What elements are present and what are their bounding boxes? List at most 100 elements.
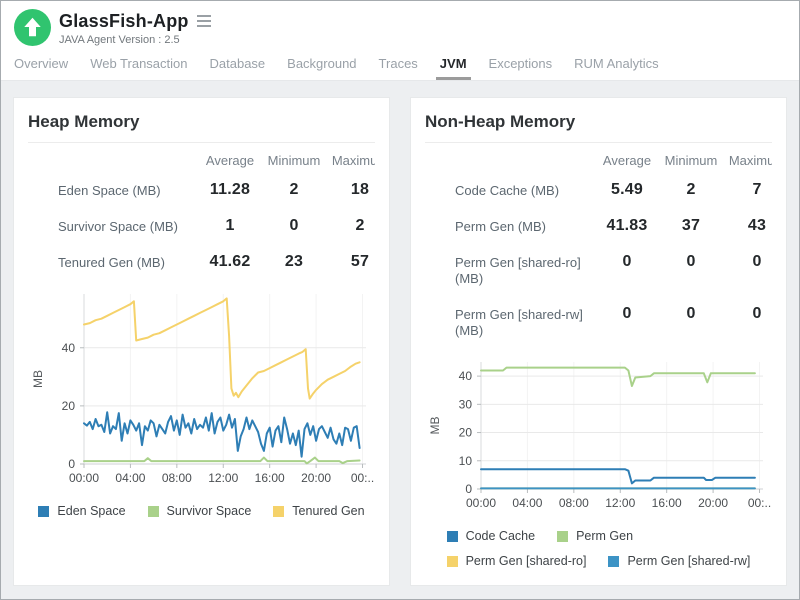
metric-value: 0 xyxy=(723,296,772,348)
panel-title: Heap Memory xyxy=(28,112,375,132)
metric-value: 0 xyxy=(659,296,723,348)
metric-value: 0 xyxy=(262,208,326,244)
svg-text:00:00: 00:00 xyxy=(466,496,496,510)
metric-row: Perm Gen [shared-ro](MB)000 xyxy=(425,244,772,296)
svg-text:12:00: 12:00 xyxy=(208,471,238,485)
legend-item-eden-space[interactable]: Eden Space xyxy=(38,504,125,518)
corner-cell xyxy=(425,147,595,172)
heap-memory-table-wrap: AverageMinimumMaximum Eden Space (MB)11.… xyxy=(28,147,375,280)
svg-text:08:00: 08:00 xyxy=(559,496,589,510)
svg-text:00:00: 00:00 xyxy=(69,471,99,485)
legend-swatch xyxy=(148,506,159,517)
svg-text:10: 10 xyxy=(459,454,473,468)
column-header: Minimum xyxy=(262,147,326,172)
title-block: GlassFish-App JAVA Agent Version : 2.5 xyxy=(59,9,212,46)
heap-memory-panel: Heap Memory AverageMinimumMaximum Eden S… xyxy=(13,97,390,586)
svg-text:04:00: 04:00 xyxy=(512,496,542,510)
legend-label: Perm Gen xyxy=(576,529,633,543)
divider xyxy=(28,142,375,143)
legend-swatch xyxy=(557,531,568,542)
svg-text:40: 40 xyxy=(459,369,473,383)
tab-exceptions[interactable]: Exceptions xyxy=(478,48,564,80)
svg-text:MB: MB xyxy=(428,417,442,435)
metric-label: Perm Gen [shared-ro](MB) xyxy=(425,244,595,296)
legend-item-code-cache[interactable]: Code Cache xyxy=(447,529,536,543)
tab-traces[interactable]: Traces xyxy=(368,48,429,80)
tab-database[interactable]: Database xyxy=(199,48,277,80)
panel-title: Non-Heap Memory xyxy=(425,112,772,132)
non-heap-memory-table: AverageMinimumMaximum Code Cache (MB)5.4… xyxy=(425,147,772,348)
legend-item-perm-gen[interactable]: Perm Gen xyxy=(557,529,633,543)
heap-memory-chart[interactable]: 0204000:0004:0008:0012:0016:0020:0000:..… xyxy=(28,284,378,494)
legend-swatch xyxy=(447,531,458,542)
metric-label: Perm Gen (MB) xyxy=(425,208,595,244)
tab-web-transaction[interactable]: Web Transaction xyxy=(79,48,198,80)
metric-value: 0 xyxy=(595,296,659,348)
metric-value: 37 xyxy=(659,208,723,244)
legend-row: Code Cache Perm Gen xyxy=(447,529,751,543)
svg-text:0: 0 xyxy=(68,457,75,471)
metric-label: Eden Space (MB) xyxy=(28,172,198,208)
legend-item-survivor-space[interactable]: Survivor Space xyxy=(148,504,252,518)
svg-text:08:00: 08:00 xyxy=(162,471,192,485)
tab-background[interactable]: Background xyxy=(276,48,367,80)
non-heap-memory-panel: Non-Heap Memory AverageMinimumMaximum Co… xyxy=(410,97,787,586)
page-title: GlassFish-App xyxy=(59,11,189,32)
svg-text:20: 20 xyxy=(62,399,76,413)
legend-swatch xyxy=(608,556,619,567)
metric-value: 18 xyxy=(326,172,375,208)
svg-text:00:..: 00:.. xyxy=(351,471,374,485)
legend-row: Eden Space Survivor Space Tenured Gen xyxy=(38,504,364,518)
non-heap-memory-legend: Code CachePerm GenPerm Gen [shared-ro]Pe… xyxy=(447,529,751,579)
metric-value: 7 xyxy=(723,172,772,208)
tab-rum-analytics[interactable]: RUM Analytics xyxy=(563,48,670,80)
metric-value: 1 xyxy=(198,208,262,244)
metric-value: 11.28 xyxy=(198,172,262,208)
column-header: Maximum xyxy=(326,147,375,172)
column-header: Minimum xyxy=(659,147,723,172)
legend-label: Survivor Space xyxy=(167,504,252,518)
metric-row: Eden Space (MB)11.28218 xyxy=(28,172,375,208)
metric-label: Code Cache (MB) xyxy=(425,172,595,208)
legend-swatch xyxy=(273,506,284,517)
legend-item-tenured-gen[interactable]: Tenured Gen xyxy=(273,504,364,518)
series-perm-gen xyxy=(481,368,755,386)
legend-label: Perm Gen [shared-ro] xyxy=(466,554,587,568)
svg-text:12:00: 12:00 xyxy=(605,496,635,510)
non-heap-memory-table-wrap: AverageMinimumMaximum Code Cache (MB)5.4… xyxy=(425,147,772,348)
legend-item-perm-gen-shared-ro-[interactable]: Perm Gen [shared-ro] xyxy=(447,554,587,568)
svg-text:20:00: 20:00 xyxy=(698,496,728,510)
svg-text:30: 30 xyxy=(459,397,473,411)
app-window: GlassFish-App JAVA Agent Version : 2.5 O… xyxy=(0,0,800,600)
metric-value: 0 xyxy=(659,244,723,296)
tab-jvm[interactable]: JVM xyxy=(429,48,478,80)
heap-memory-legend: Eden Space Survivor Space Tenured Gen xyxy=(38,504,364,529)
metric-row: Perm Gen [shared-rw](MB)000 xyxy=(425,296,772,348)
legend-swatch xyxy=(38,506,49,517)
metric-label: Survivor Space (MB) xyxy=(28,208,198,244)
metric-row: Tenured Gen (MB)41.622357 xyxy=(28,244,375,280)
metric-value: 5.49 xyxy=(595,172,659,208)
agent-version-label: JAVA Agent Version : 2.5 xyxy=(59,34,212,46)
metric-value: 57 xyxy=(326,244,375,280)
legend-label: Tenured Gen xyxy=(292,504,364,518)
metric-value: 2 xyxy=(262,172,326,208)
svg-text:20:00: 20:00 xyxy=(301,471,331,485)
metric-label: Tenured Gen (MB) xyxy=(28,244,198,280)
svg-text:20: 20 xyxy=(459,426,473,440)
metric-value: 2 xyxy=(659,172,723,208)
metric-row: Code Cache (MB)5.4927 xyxy=(425,172,772,208)
app-header: GlassFish-App JAVA Agent Version : 2.5 xyxy=(1,1,799,46)
corner-cell xyxy=(28,147,198,172)
tab-overview[interactable]: Overview xyxy=(3,48,79,80)
legend-item-perm-gen-shared-rw-[interactable]: Perm Gen [shared-rw] xyxy=(608,554,750,568)
column-header: Maximum xyxy=(723,147,772,172)
legend-row: Perm Gen [shared-ro] Perm Gen [shared-rw] xyxy=(447,554,751,568)
legend-swatch xyxy=(447,556,458,567)
column-header: Average xyxy=(595,147,659,172)
metric-value: 0 xyxy=(595,244,659,296)
hamburger-menu-icon[interactable] xyxy=(196,13,212,29)
non-heap-memory-chart[interactable]: 01020304000:0004:0008:0012:0016:0020:000… xyxy=(425,352,775,519)
metric-value: 2 xyxy=(326,208,375,244)
metric-row: Survivor Space (MB)102 xyxy=(28,208,375,244)
